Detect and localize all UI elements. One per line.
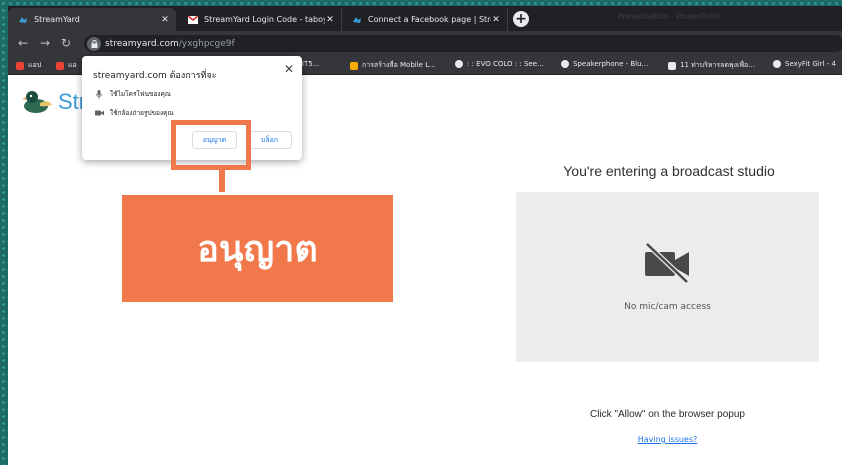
bookmark-item[interactable]: การสร้างสื่อ Mobile L... xyxy=(350,60,436,71)
globe-icon xyxy=(773,60,781,68)
close-icon[interactable]: ✕ xyxy=(284,62,294,76)
globe-icon xyxy=(455,60,463,68)
new-tab-button[interactable]: + xyxy=(513,11,529,27)
window-title: Presentation - PowerPoint xyxy=(618,12,721,21)
allow-callout: อนุญาต xyxy=(122,195,393,302)
lock-icon[interactable] xyxy=(87,36,101,51)
browser-window: StreamYard ✕ StreamYard Login Code - tab… xyxy=(8,6,842,465)
permission-microphone: ใช้ไมโครโฟนของคุณ xyxy=(94,89,171,99)
streamyard-favicon-icon xyxy=(18,15,28,25)
streamyard-logo: Str xyxy=(22,89,86,115)
tab-strip: StreamYard ✕ StreamYard Login Code - tab… xyxy=(8,6,842,31)
tab-facebook-page[interactable]: Connect a Facebook page | Strea ✕ xyxy=(342,8,508,31)
bookmark-item[interactable]: Speakerphone - Blu... xyxy=(561,60,648,68)
bookmark-item[interactable]: แอ xyxy=(56,60,77,71)
camera-preview: No mic/cam access xyxy=(516,192,819,362)
permission-label: ใช้ไมโครโฟนของคุณ xyxy=(110,90,171,98)
tab-title: StreamYard xyxy=(34,15,80,24)
tab-title: Connect a Facebook page | Strea xyxy=(368,15,491,24)
tab-title: StreamYard Login Code - taboy xyxy=(204,15,325,24)
apps-grid-icon xyxy=(16,61,24,70)
close-tab-icon[interactable]: ✕ xyxy=(325,15,335,25)
having-issues-link[interactable]: Having issues? xyxy=(516,435,819,444)
bookmark-item[interactable]: SexyFit Girl - 4 xyxy=(773,60,836,68)
bookmark-favicon-icon xyxy=(350,61,358,70)
close-tab-icon[interactable]: ✕ xyxy=(491,15,501,25)
allow-instruction: Click "Allow" on the browser popup xyxy=(590,409,745,420)
address-bar[interactable]: streamyard.com /yxghpcge9f xyxy=(84,35,842,52)
bookmark-favicon-icon xyxy=(668,61,676,70)
microphone-icon xyxy=(94,89,104,99)
forward-arrow-icon[interactable]: → xyxy=(40,36,50,50)
tab-login-code[interactable]: StreamYard Login Code - taboy ✕ xyxy=(178,8,342,31)
video-camera-icon xyxy=(94,110,104,116)
duck-logo-icon xyxy=(22,91,52,113)
studio-heading: You're entering a broadcast studio xyxy=(563,163,775,179)
allow-highlight-box xyxy=(171,120,251,170)
highlight-connector xyxy=(219,169,225,192)
back-arrow-icon[interactable]: ← xyxy=(18,36,28,50)
bookmark-favicon-icon xyxy=(56,61,64,70)
tab-streamyard[interactable]: StreamYard ✕ xyxy=(8,8,176,31)
popup-title: streamyard.com ต้องการที่จะ xyxy=(93,71,217,81)
bookmark-apps[interactable]: แอป xyxy=(16,60,41,71)
permission-label: ใช้กล้องถ่ายรูปของคุณ xyxy=(110,109,174,117)
close-tab-icon[interactable]: ✕ xyxy=(160,15,170,25)
browser-toolbar: ← → ↻ streamyard.com /yxghpcge9f xyxy=(8,31,842,56)
streamyard-favicon-icon xyxy=(352,15,362,25)
block-button[interactable]: บล็อก xyxy=(247,131,292,149)
gmail-favicon-icon xyxy=(188,15,198,25)
url-path: /yxghpcge9f xyxy=(178,38,235,49)
camera-status: No mic/cam access xyxy=(624,302,711,312)
globe-icon xyxy=(561,60,569,68)
reload-icon[interactable]: ↻ xyxy=(61,36,71,50)
bookmark-item[interactable]: : : EVO COLO : : See... xyxy=(455,60,544,68)
bookmark-item[interactable]: 11 ท่าบริหารลดพุงเพื่อ... xyxy=(668,60,755,71)
permission-camera: ใช้กล้องถ่ายรูปของคุณ xyxy=(94,108,174,118)
url-host: streamyard.com xyxy=(105,38,179,49)
camera-off-icon xyxy=(645,242,689,284)
